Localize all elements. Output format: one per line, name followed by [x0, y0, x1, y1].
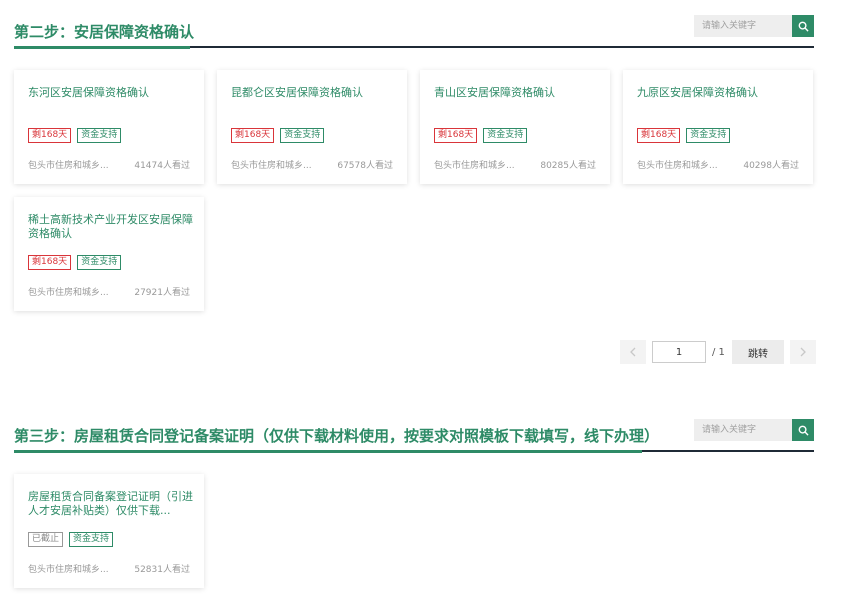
type-badge: 资金支持 [69, 532, 114, 547]
card-org: 包头市住房和城乡... [434, 161, 515, 171]
remaining-days-badge: 剩168天 [434, 128, 478, 143]
next-page-button[interactable] [790, 340, 816, 364]
chevron-right-icon [800, 347, 806, 357]
search-button[interactable] [792, 419, 814, 441]
search-input[interactable] [694, 419, 792, 441]
search-box [694, 15, 814, 37]
card-views: 41474人看过 [134, 161, 190, 171]
card-org: 包头市住房和城乡... [28, 288, 109, 298]
section-title: 第二步：安居保障资格确认 [14, 23, 195, 41]
service-card[interactable]: 昆都仑区安居保障资格确认 剩168天 资金支持 包头市住房和城乡... 6757… [217, 70, 407, 184]
search-box [694, 419, 814, 441]
type-badge: 资金支持 [77, 255, 122, 270]
remaining-days-badge: 剩168天 [231, 128, 275, 143]
service-card[interactable]: 房屋租赁合同备案登记证明（引进人才安居补贴类）仅供下载... 已截止 资金支持 … [14, 474, 204, 588]
card-title[interactable]: 昆都仑区安居保障资格确认 [231, 86, 397, 100]
card-views: 52831人看过 [134, 565, 190, 575]
card-title[interactable]: 稀土高新技术产业开发区安居保障资格确认 [28, 213, 194, 241]
section-header-step3: 第三步：房屋租赁合同登记备案证明（仅供下载材料使用，按要求对照模板下载填写，线下… [14, 419, 814, 453]
remaining-days-badge: 剩168天 [28, 128, 72, 143]
prev-page-button[interactable] [620, 340, 646, 364]
card-views: 40298人看过 [743, 161, 799, 171]
page-number-input[interactable] [652, 341, 706, 363]
card-org: 包头市住房和城乡... [231, 161, 312, 171]
chevron-left-icon [630, 347, 636, 357]
search-icon [798, 21, 809, 32]
type-badge: 资金支持 [77, 128, 122, 143]
service-card[interactable]: 九原区安居保障资格确认 剩168天 资金支持 包头市住房和城乡... 40298… [623, 70, 813, 184]
type-badge: 资金支持 [483, 128, 528, 143]
pagination: / 1 跳转 [620, 340, 816, 364]
card-title[interactable]: 九原区安居保障资格确认 [637, 86, 803, 100]
page-total: / 1 [712, 346, 725, 358]
title-accent-underline [14, 46, 190, 49]
card-title[interactable]: 房屋租赁合同备案登记证明（引进人才安居补贴类）仅供下载... [28, 490, 194, 518]
service-card[interactable]: 稀土高新技术产业开发区安居保障资格确认 剩168天 资金支持 包头市住房和城乡.… [14, 197, 204, 311]
service-card[interactable]: 东河区安居保障资格确认 剩168天 资金支持 包头市住房和城乡... 41474… [14, 70, 204, 184]
card-views: 80285人看过 [540, 161, 596, 171]
closed-status-badge: 已截止 [28, 532, 64, 547]
remaining-days-badge: 剩168天 [28, 255, 72, 270]
card-title[interactable]: 青山区安居保障资格确认 [434, 86, 600, 100]
section-title: 第三步：房屋租赁合同登记备案证明（仅供下载材料使用，按要求对照模板下载填写，线下… [14, 427, 660, 445]
type-badge: 资金支持 [686, 128, 731, 143]
card-org: 包头市住房和城乡... [637, 161, 718, 171]
card-org: 包头市住房和城乡... [28, 161, 109, 171]
service-card[interactable]: 青山区安居保障资格确认 剩168天 资金支持 包头市住房和城乡... 80285… [420, 70, 610, 184]
card-org: 包头市住房和城乡... [28, 565, 109, 575]
section-header-step2: 第二步：安居保障资格确认 [14, 15, 814, 49]
jump-button[interactable]: 跳转 [732, 340, 784, 364]
title-accent-underline [14, 450, 642, 453]
remaining-days-badge: 剩168天 [637, 128, 681, 143]
search-button[interactable] [792, 15, 814, 37]
card-views: 67578人看过 [337, 161, 393, 171]
search-icon [798, 425, 809, 436]
type-badge: 资金支持 [280, 128, 325, 143]
card-title[interactable]: 东河区安居保障资格确认 [28, 86, 194, 100]
search-input[interactable] [694, 15, 792, 37]
card-views: 27921人看过 [134, 288, 190, 298]
